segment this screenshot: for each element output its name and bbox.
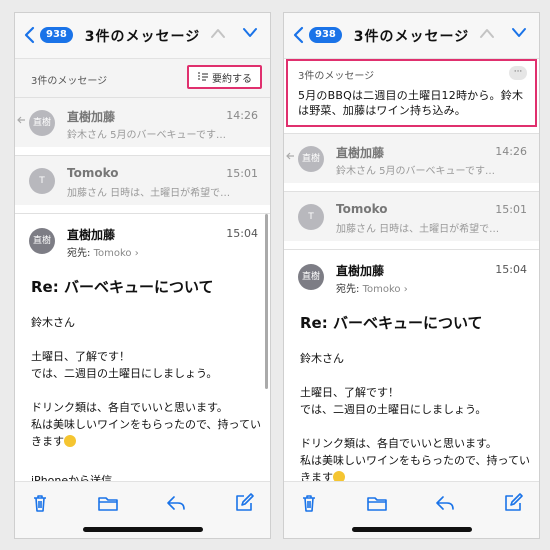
summary-text: 5月のBBQは二週目の土曜日12時から。鈴木は野菜、加藤はワイン持ち込み。 xyxy=(298,89,524,117)
avatar: 直樹 xyxy=(29,110,55,136)
summarize-button[interactable]: 要約する xyxy=(187,65,262,89)
replied-icon xyxy=(286,152,294,160)
trash-icon[interactable] xyxy=(298,492,320,514)
message-time: 15:04 xyxy=(495,263,527,276)
reply-icon[interactable] xyxy=(165,492,187,514)
chevron-right-icon: › xyxy=(134,248,139,259)
page-title: 3件のメッセージ xyxy=(84,29,201,45)
bottom-toolbar xyxy=(284,481,539,538)
body-line: では、二週目の土曜日にしましょう。 xyxy=(300,403,487,416)
message-row[interactable]: T Tomoko 15:01 加藤さん 日時は、土曜日が希望で… xyxy=(284,191,539,241)
avatar: 直樹 xyxy=(298,264,324,290)
scrollbar[interactable] xyxy=(265,214,268,389)
message-time: 14:26 xyxy=(495,145,527,158)
chevron-up-icon[interactable] xyxy=(210,27,226,39)
body-greeting: 鈴木さん xyxy=(31,316,75,329)
message-preview: 加藤さん 日時は、土曜日が希望で… xyxy=(67,188,231,199)
recipient-line[interactable]: 宛先: Tomoko › xyxy=(336,280,408,295)
message-subject: Re: バーベキューについて xyxy=(300,314,483,332)
message-time: 14:26 xyxy=(226,109,258,122)
body-line: では、二週目の土曜日にしましょう。 xyxy=(31,367,218,380)
home-indicator xyxy=(351,527,472,532)
message-time: 15:01 xyxy=(495,203,527,216)
recipient-name: Tomoko xyxy=(362,284,401,295)
phone-screen-left: 938 3件のメッセージ 3件のメッセージ 要約する 直樹 直樹加藤 14:26… xyxy=(14,12,271,539)
message-row[interactable]: 直樹 直樹加藤 14:26 鈴木さん 5月のバーベキューです… xyxy=(284,133,539,183)
sender-name: Tomoko xyxy=(336,202,388,216)
sender-name: 直樹加藤 xyxy=(336,146,385,160)
open-message: 直樹 直樹加藤 宛先: Tomoko › 15:04 Re: バーベキューについ… xyxy=(15,213,270,487)
nav-bar: 938 3件のメッセージ xyxy=(284,13,539,59)
open-message: 直樹 直樹加藤 宛先: Tomoko › 15:04 Re: バーベキューについ… xyxy=(284,249,539,484)
nav-bar: 938 3件のメッセージ xyxy=(15,13,270,59)
message-row[interactable]: T Tomoko 15:01 加藤さん 日時は、土曜日が希望で… xyxy=(15,155,270,205)
smile-emoji-icon xyxy=(64,435,76,447)
avatar: T xyxy=(29,168,55,194)
more-options-button[interactable]: ··· xyxy=(509,66,527,80)
reply-icon[interactable] xyxy=(434,492,456,514)
message-subject: Re: バーベキューについて xyxy=(31,278,214,296)
compose-icon[interactable] xyxy=(502,492,524,514)
sender-name: Tomoko xyxy=(67,166,119,180)
body-line: 土曜日、了解です！ xyxy=(31,350,130,363)
body-line: ドリンク類は、各自でいいと思います。 xyxy=(31,401,228,414)
thread-count-label: 3件のメッセージ xyxy=(298,71,375,82)
sender-name: 直樹加藤 xyxy=(67,228,116,242)
summary-list-icon xyxy=(198,72,208,81)
message-time: 15:04 xyxy=(226,227,258,240)
avatar: 直樹 xyxy=(298,146,324,172)
chevron-down-icon[interactable] xyxy=(511,27,527,39)
recipient-label: 宛先: xyxy=(67,248,91,259)
message-body: 鈴木さん 土曜日、了解です！ では、二週目の土曜日にしましょう。 ドリンク類は、… xyxy=(31,314,262,506)
compose-icon[interactable] xyxy=(233,492,255,514)
chevron-right-icon: › xyxy=(403,284,408,295)
body-line: 土曜日、了解です！ xyxy=(300,386,399,399)
body-greeting: 鈴木さん xyxy=(300,352,344,365)
recipient-label: 宛先: xyxy=(336,284,360,295)
chevron-down-icon[interactable] xyxy=(242,27,258,39)
trash-icon[interactable] xyxy=(29,492,51,514)
message-preview: 鈴木さん 5月のバーベキューです… xyxy=(336,166,495,177)
message-preview: 加藤さん 日時は、土曜日が希望で… xyxy=(336,224,500,235)
message-time: 15:01 xyxy=(226,167,258,180)
recipient-line[interactable]: 宛先: Tomoko › xyxy=(67,244,139,259)
summary-card: 3件のメッセージ ··· 5月のBBQは二週目の土曜日12時から。鈴木は野菜、加… xyxy=(286,59,537,127)
page-title: 3件のメッセージ xyxy=(353,29,470,45)
home-indicator xyxy=(82,527,203,532)
replied-icon xyxy=(17,116,25,124)
message-preview: 鈴木さん 5月のバーベキューです… xyxy=(67,130,226,141)
chevron-up-icon[interactable] xyxy=(479,27,495,39)
bottom-toolbar xyxy=(15,481,270,538)
avatar: 直樹 xyxy=(29,228,55,254)
thread-count-label: 3件のメッセージ xyxy=(31,76,108,87)
body-line: ドリンク類は、各自でいいと思います。 xyxy=(300,437,497,450)
sender-name: 直樹加藤 xyxy=(67,110,116,124)
recipient-name: Tomoko xyxy=(93,248,132,259)
avatar: T xyxy=(298,204,324,230)
folder-icon[interactable] xyxy=(97,492,119,514)
thread-header: 3件のメッセージ 要約する xyxy=(15,59,270,97)
sender-name: 直樹加藤 xyxy=(336,264,385,278)
folder-icon[interactable] xyxy=(366,492,388,514)
phone-screen-right: 938 3件のメッセージ 3件のメッセージ ··· 5月のBBQは二週目の土曜日… xyxy=(283,12,540,539)
message-row[interactable]: 直樹 直樹加藤 14:26 鈴木さん 5月のバーベキューです… xyxy=(15,97,270,147)
summarize-button-label: 要約する xyxy=(212,73,252,85)
